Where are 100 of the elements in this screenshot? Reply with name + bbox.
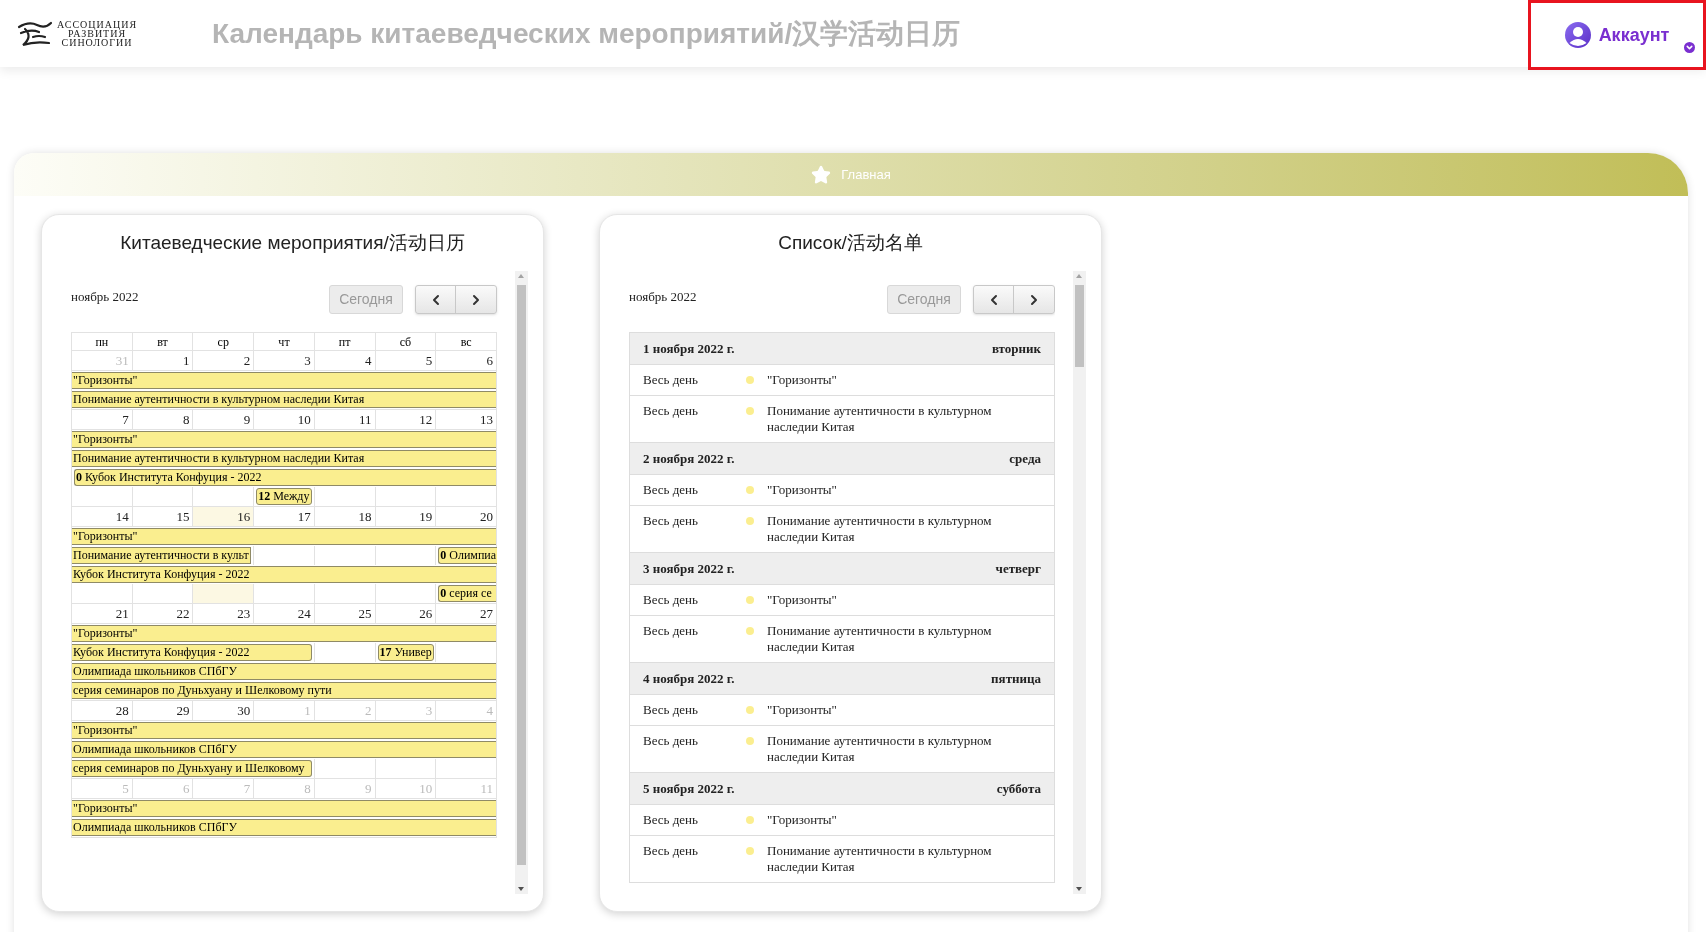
weekday-header: вт (132, 333, 194, 351)
event-time: Весь день (643, 733, 699, 749)
event-bar[interactable]: 0 серия се (436, 585, 496, 602)
day-number[interactable]: 19 (375, 507, 437, 527)
weekday-heading: пятница (991, 669, 1041, 688)
date-heading: 2 ноября 2022 г. (643, 449, 735, 468)
day-number[interactable]: 14 (72, 507, 133, 527)
event-title: Понимание аутентичности в культурном наследии Китая (767, 403, 993, 435)
event-time: Весь день (643, 623, 699, 639)
page-title: Календарь китаеведческих мероприятий/汉学活动日历 (212, 16, 961, 51)
weekday-header: чт (254, 333, 315, 351)
event-bar[interactable]: "Горизонты" (72, 372, 496, 389)
event-title: Понимание аутентичности в культурном наследии Китая (767, 843, 993, 875)
weekday-heading: четверг (995, 559, 1041, 578)
event-bar[interactable]: "Горизонты" (72, 722, 496, 739)
weekday-heading: вторник (991, 339, 1041, 358)
day-number[interactable]: 21 (72, 604, 133, 624)
day-number[interactable]: 1 (132, 351, 194, 371)
day-number[interactable]: 22 (132, 604, 194, 624)
weekday-heading: суббота (996, 779, 1041, 798)
event-row[interactable]: Весь день "Горизонты" (630, 695, 1054, 726)
card-title: Китаеведческие мероприятия/活动日历 (119, 231, 466, 255)
event-bar[interactable]: 0 Олимпиа (436, 547, 498, 564)
day-number[interactable]: 28 (72, 701, 133, 721)
event-row[interactable]: Весь день "Горизонты" (630, 365, 1054, 396)
event-bar[interactable]: "Горизонты" (72, 528, 496, 545)
date-heading: 4 ноября 2022 г. (643, 669, 735, 688)
card-title: Список/活动名单 (777, 231, 924, 255)
dropdown-icon (1684, 42, 1695, 53)
event-title: "Горизонты" (767, 592, 837, 608)
weekday-header: сб (375, 333, 437, 351)
event-title: Понимание аутентичности в культурном наследии Китая (767, 733, 993, 765)
event-row[interactable]: Весь день Понимание аутентичности в культурном наследии Китая (630, 836, 1054, 883)
event-row[interactable]: Весь день "Горизонты" (630, 585, 1054, 616)
event-time: Весь день (643, 812, 699, 828)
event-title: "Горизонты" (767, 812, 837, 828)
day-number[interactable]: 26 (375, 604, 437, 624)
logo-text: СИНОЛОГИИ (61, 38, 133, 47)
weekday-header: вс (436, 333, 497, 351)
event-title: "Горизонты" (767, 482, 837, 498)
event-time: Весь день (643, 372, 699, 388)
date-heading: 3 ноября 2022 г. (643, 559, 735, 578)
event-bar[interactable]: 17 Универ (375, 644, 436, 661)
event-time: Весь день (643, 513, 699, 529)
event-time: Весь день (643, 702, 699, 718)
event-row[interactable]: Весь день "Горизонты" (630, 805, 1054, 836)
day-number[interactable]: 6 (436, 351, 497, 371)
weekday-header: пт (314, 333, 376, 351)
event-title: Понимание аутентичности в культурном наследии Китая (767, 513, 993, 545)
date-heading: 1 ноября 2022 г. (643, 339, 735, 358)
day-number[interactable]: 16 (193, 507, 255, 527)
event-bar[interactable]: Олимпиада школьников СПбГУ (72, 741, 496, 758)
day-number[interactable]: 10 (254, 410, 315, 430)
event-row[interactable]: Весь день "Горизонты" (630, 475, 1054, 506)
user-icon (1564, 22, 1591, 48)
event-bar[interactable]: "Горизонты" (72, 431, 496, 448)
event-bar[interactable]: 0 Кубок Института Конфуция - 2022 (72, 469, 496, 486)
month-label: ноябрь 2022 (629, 288, 697, 306)
logo-text: АССОЦИАЦИЯ (57, 20, 138, 29)
day-number[interactable]: 8 (132, 410, 194, 430)
day-number[interactable]: 24 (254, 604, 315, 624)
day-number[interactable]: 27 (436, 604, 497, 624)
day-number[interactable]: 23 (193, 604, 255, 624)
day-number[interactable]: 11 (314, 410, 376, 430)
day-number[interactable]: 29 (132, 701, 194, 721)
day-number[interactable]: 17 (254, 507, 315, 527)
logo[interactable]: АССОЦИАЦИЯ РАЗВИТИЯ СИНОЛОГИИ (15, 18, 175, 49)
date-heading: 5 ноября 2022 г. (643, 779, 735, 798)
event-bar[interactable]: Олимпиада школьников СПбГУ (72, 819, 496, 836)
event-time: Весь день (643, 592, 699, 608)
weekday-header: ср (193, 333, 255, 351)
day-number[interactable]: 25 (314, 604, 376, 624)
event-bar[interactable]: Кубок Института Конфуция - 2022 (72, 566, 496, 583)
event-bar[interactable]: 12 Между (254, 488, 314, 505)
day-number[interactable]: 9 (193, 410, 255, 430)
scrollbar[interactable] (1073, 271, 1086, 894)
day-number[interactable]: 3 (254, 351, 315, 371)
day-number[interactable]: 13 (436, 410, 497, 430)
event-time: Весь день (643, 403, 699, 419)
day-number[interactable]: 12 (375, 410, 437, 430)
event-bar[interactable]: "Горизонты" (72, 625, 496, 642)
day-number[interactable]: 18 (314, 507, 376, 527)
day-number[interactable]: 20 (436, 507, 497, 527)
day-number[interactable]: 4 (314, 351, 376, 371)
day-number[interactable]: 5 (375, 351, 437, 371)
day-number[interactable]: 7 (72, 410, 133, 430)
event-bar[interactable]: "Горизонты" (72, 800, 496, 817)
day-number[interactable]: 30 (193, 701, 255, 721)
event-title: Понимание аутентичности в культурном наследии Китая (767, 623, 993, 655)
month-label: ноябрь 2022 (71, 288, 139, 306)
weekday-heading: среда (1009, 449, 1041, 468)
event-title: "Горизонты" (767, 372, 837, 388)
event-bar[interactable]: Олимпиада школьников СПбГУ (72, 663, 496, 680)
star-icon (811, 164, 832, 185)
scrollbar[interactable] (515, 271, 528, 894)
account-button[interactable]: Аккаунт (1528, 0, 1706, 70)
weekday-header: пн (72, 333, 133, 351)
event-title: "Горизонты" (767, 702, 837, 718)
day-number[interactable]: 2 (193, 351, 255, 371)
event-time: Весь день (643, 843, 699, 859)
